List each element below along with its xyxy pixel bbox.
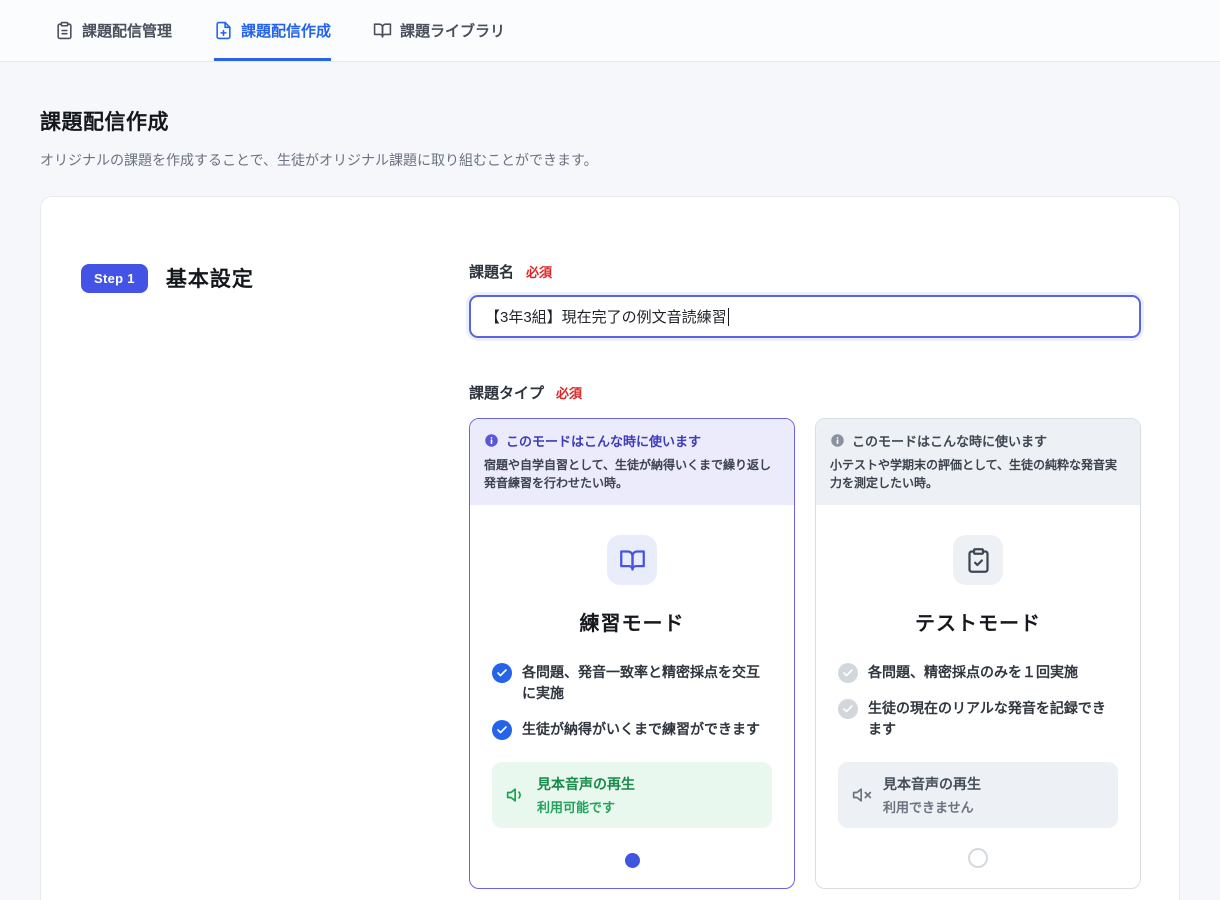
book-open-icon (607, 535, 657, 585)
mode-title: 練習モード (580, 607, 685, 636)
page-title: 課題配信作成 (40, 106, 1180, 136)
info-icon (830, 433, 845, 448)
tab-label: 課題配信作成 (241, 20, 331, 41)
test-mode-card[interactable]: このモードはこんな時に使います 小テストや学期末の評価として、生徒の純粋な発音実… (815, 418, 1141, 889)
hint-body: 小テストや学期末の評価として、生徒の純粋な発音実力を測定したい時。 (830, 456, 1126, 492)
book-open-icon (373, 21, 392, 40)
assignment-name-label: 課題名 (469, 261, 514, 282)
assignment-type-label-row: 課題タイプ 必須 (469, 382, 1141, 403)
mode-title: テストモード (915, 607, 1041, 636)
feature-text: 生徒が納得がいくまで練習ができます (522, 719, 760, 740)
tab-nav: 課題配信管理 課題配信作成 課題ライブラリ (55, 0, 505, 61)
required-badge: 必須 (526, 262, 552, 281)
top-tab-bar: 課題配信管理 課題配信作成 課題ライブラリ (0, 0, 1220, 62)
practice-mode-card[interactable]: このモードはこんな時に使います 宿題や自学自習として、生徒が納得いくまで繰り返し… (469, 418, 795, 889)
page-subtitle: オリジナルの課題を作成することで、生徒がオリジナル課題に取り組むことができます。 (40, 150, 1180, 170)
tab-label: 課題配信管理 (82, 20, 172, 41)
clipboard-check-icon (953, 535, 1003, 585)
required-badge: 必須 (556, 383, 582, 402)
feature-item: 各問題、精密採点のみを１回実施 (838, 662, 1118, 683)
tab-assignment-library[interactable]: 課題ライブラリ (373, 0, 505, 61)
feature-item: 各問題、発音一致率と精密採点を交互に実施 (492, 662, 772, 704)
check-icon (838, 699, 858, 719)
volume-on-icon (506, 785, 526, 805)
feature-item: 生徒が納得がいくまで練習ができます (492, 719, 772, 740)
sample-audio-box: 見本音声の再生 利用可能です (492, 762, 772, 828)
assignment-name-value: 【3年3組】現在完了の例文音読練習 (485, 306, 727, 327)
audio-status: 利用できません (883, 797, 981, 816)
page-content: 課題配信作成 オリジナルの課題を作成することで、生徒がオリジナル課題に取り組むこ… (0, 106, 1220, 900)
radio-selected[interactable] (625, 853, 640, 868)
tab-assignment-management[interactable]: 課題配信管理 (55, 0, 172, 61)
feature-item: 生徒の現在のリアルな発音を記録できます (838, 698, 1118, 740)
tab-label: 課題ライブラリ (400, 20, 505, 41)
assignment-type-label: 課題タイプ (469, 382, 544, 403)
audio-status: 利用可能です (537, 797, 635, 816)
section-heading: 基本設定 (166, 263, 254, 293)
step1-heading-group: Step 1 基本設定 (81, 261, 469, 295)
check-icon (492, 720, 512, 740)
check-icon (492, 663, 512, 683)
feature-text: 各問題、精密採点のみを１回実施 (868, 662, 1078, 683)
info-icon (484, 433, 499, 448)
sample-audio-box: 見本音声の再生 利用できません (838, 762, 1118, 828)
text-caret (728, 308, 730, 326)
feature-text: 生徒の現在のリアルな発音を記録できます (868, 698, 1118, 740)
step-badge: Step 1 (81, 264, 148, 293)
hint-body: 宿題や自学自習として、生徒が納得いくまで繰り返し発音練習を行わせたい時。 (484, 456, 780, 492)
audio-title: 見本音声の再生 (537, 774, 635, 794)
assignment-name-input[interactable]: 【3年3組】現在完了の例文音読練習 (469, 295, 1141, 338)
hint-title: このモードはこんな時に使います (852, 431, 1047, 450)
tab-assignment-create[interactable]: 課題配信作成 (214, 0, 331, 61)
hint-title: このモードはこんな時に使います (506, 431, 701, 450)
radio-unselected[interactable] (968, 848, 988, 868)
audio-title: 見本音声の再生 (883, 774, 981, 794)
assignment-name-label-row: 課題名 必須 (469, 261, 1141, 282)
practice-mode-hint: このモードはこんな時に使います 宿題や自学自習として、生徒が納得いくまで繰り返し… (470, 419, 794, 505)
file-plus-icon (214, 21, 233, 40)
step1-card: Step 1 基本設定 課題名 必須 【3年3組】現在完了の例文音読練習 課題タ… (40, 196, 1180, 900)
clipboard-icon (55, 21, 74, 40)
check-icon (838, 663, 858, 683)
feature-text: 各問題、発音一致率と精密採点を交互に実施 (522, 662, 772, 704)
volume-off-icon (852, 785, 872, 805)
test-mode-hint: このモードはこんな時に使います 小テストや学期末の評価として、生徒の純粋な発音実… (816, 419, 1140, 505)
